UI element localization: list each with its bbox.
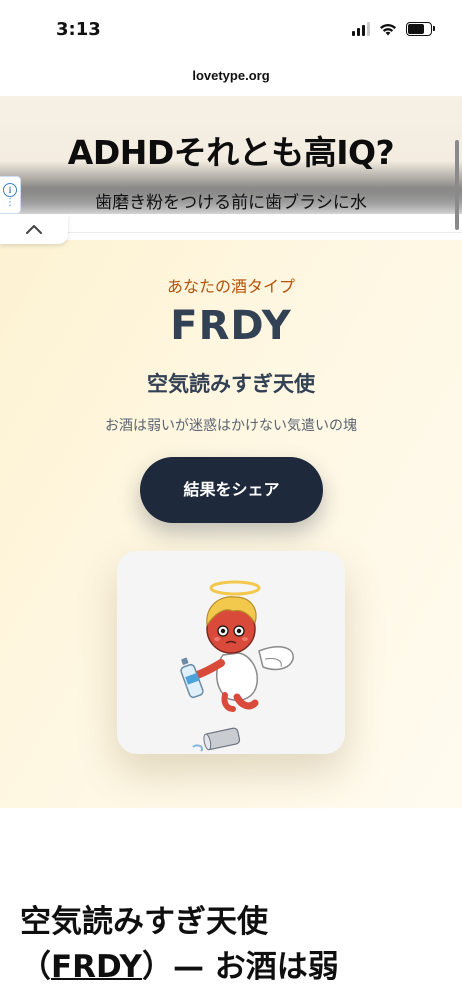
result-label: あなたの酒タイプ bbox=[166, 277, 295, 296]
chevron-up-icon bbox=[26, 225, 42, 234]
ad-headline: ADHDそれとも高IQ? bbox=[67, 133, 395, 172]
result-name: 空気読みすぎ天使 bbox=[147, 372, 315, 396]
article-title-code: FRDY bbox=[51, 949, 142, 985]
status-icons bbox=[352, 22, 435, 36]
article-title: 空気読みすぎ天使 （FRDY）— お酒は弱 bbox=[20, 900, 450, 990]
battery-icon bbox=[406, 22, 435, 36]
ad-banner[interactable]: ADHDそれとも高IQ? 歯磨き粉をつける前に歯ブラシに水 bbox=[0, 96, 462, 214]
cellular-signal-icon bbox=[352, 22, 370, 36]
divider bbox=[0, 232, 462, 233]
address-bar[interactable]: lovetype.org bbox=[0, 60, 462, 92]
ad-info-icon[interactable]: i ⋮ bbox=[0, 176, 21, 214]
wifi-icon bbox=[380, 23, 396, 35]
collapse-ad-button[interactable] bbox=[0, 214, 68, 244]
ad-subtext: 歯磨き粉をつける前に歯ブラシに水 bbox=[0, 188, 462, 214]
article-title-line2: （FRDY）— お酒は弱 bbox=[20, 945, 450, 990]
url-text: lovetype.org bbox=[192, 68, 270, 83]
status-time: 3:13 bbox=[56, 19, 101, 40]
article-title-rest: ）— お酒は弱 bbox=[141, 949, 339, 985]
share-result-button[interactable]: 結果をシェア bbox=[140, 457, 323, 523]
angel-illustration bbox=[180, 580, 294, 752]
result-image-card bbox=[117, 551, 345, 754]
article-title-line1: 空気読みすぎ天使 bbox=[20, 904, 268, 940]
scrollbar[interactable] bbox=[455, 140, 459, 230]
result-hero: あなたの酒タイプ FRDY 空気読みすぎ天使 お酒は弱いが迷惑はかけない気遣いの… bbox=[0, 240, 462, 808]
status-bar: 3:13 bbox=[0, 0, 462, 58]
article-title-paren: （ bbox=[20, 949, 51, 985]
result-description: お酒は弱いが迷惑はかけない気遣いの塊 bbox=[105, 418, 357, 434]
result-code: FRDY bbox=[170, 303, 292, 349]
